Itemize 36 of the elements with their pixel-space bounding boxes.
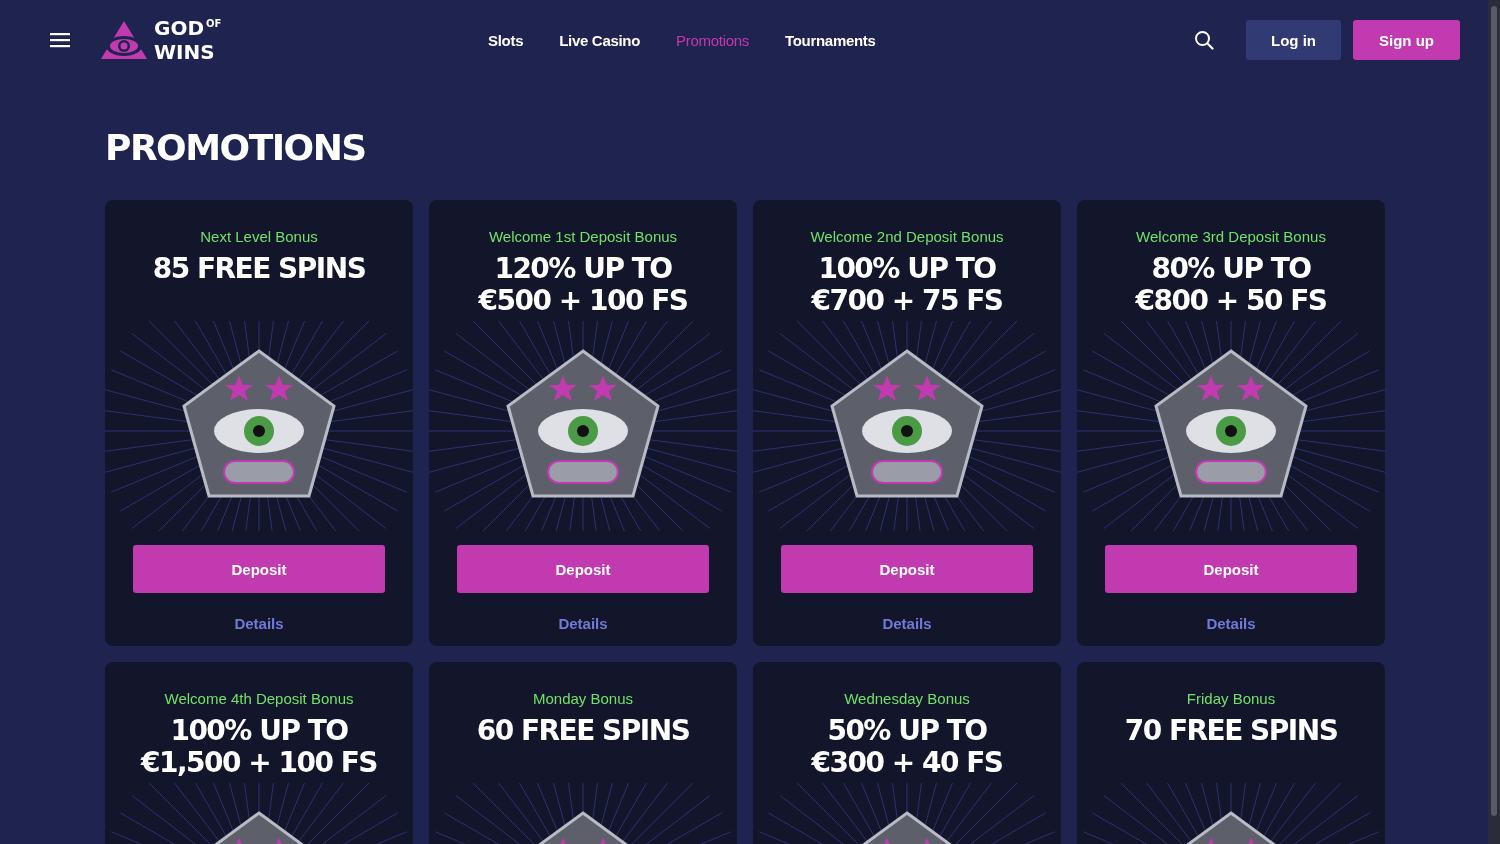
promo-subtitle: Friday Bonus <box>1186 690 1276 707</box>
deposit-button[interactable]: Deposit <box>781 545 1033 593</box>
promo-headline: 50% UP TO €300 + 40 FS <box>811 715 1003 779</box>
deposit-button[interactable]: Deposit <box>457 545 709 593</box>
details-link[interactable]: Details <box>234 615 284 632</box>
promo-headline: 120% UP TO €500 + 100 FS <box>478 253 688 317</box>
promo-subtitle: Welcome 1st Deposit Bonus <box>488 228 678 245</box>
promo-subtitle: Welcome 4th Deposit Bonus <box>164 690 354 707</box>
details-link[interactable]: Details <box>1206 615 1256 632</box>
promo-headline: 85 FREE SPINS <box>152 253 366 287</box>
promo-subtitle: Next Level Bonus <box>200 228 318 245</box>
page-title: PROMOTIONS <box>105 126 367 170</box>
nav-link[interactable]: Slots <box>488 31 524 49</box>
promo-headline: 80% UP TO €800 + 50 FS <box>1135 253 1327 317</box>
promo-headline: 70 FREE SPINS <box>1124 715 1338 749</box>
nav-link[interactable]: Promotions <box>676 31 749 49</box>
promo-subtitle: Welcome 3rd Deposit Bonus <box>1136 228 1326 245</box>
promo-headline: 60 FREE SPINS <box>476 715 690 749</box>
login-button[interactable]: Log in <box>1246 20 1341 60</box>
scrollbar[interactable] <box>1488 0 1500 844</box>
search-icon[interactable] <box>1194 30 1214 50</box>
signup-button[interactable]: Sign up <box>1353 20 1460 60</box>
deposit-button[interactable]: Deposit <box>1105 545 1357 593</box>
promo-headline: 100% UP TO €1,500 + 100 FS <box>141 715 377 779</box>
promo-subtitle: Monday Bonus <box>532 690 634 707</box>
deposit-button[interactable]: Deposit <box>133 545 385 593</box>
promo-subtitle: Welcome 2nd Deposit Bonus <box>810 228 1004 245</box>
nav-link[interactable]: Live Casino <box>559 31 641 49</box>
menu-icon[interactable] <box>50 32 70 48</box>
nav-link[interactable]: Tournaments <box>784 31 876 49</box>
promo-headline: 100% UP TO €700 + 75 FS <box>811 253 1003 317</box>
promo-subtitle: Wednesday Bonus <box>844 690 970 707</box>
details-link[interactable]: Details <box>558 615 608 632</box>
details-link[interactable]: Details <box>882 615 932 632</box>
eye-triangle-logo-icon[interactable] <box>100 20 148 60</box>
logo-text[interactable]: GOD$^{OF}$ WINS <box>154 18 222 62</box>
